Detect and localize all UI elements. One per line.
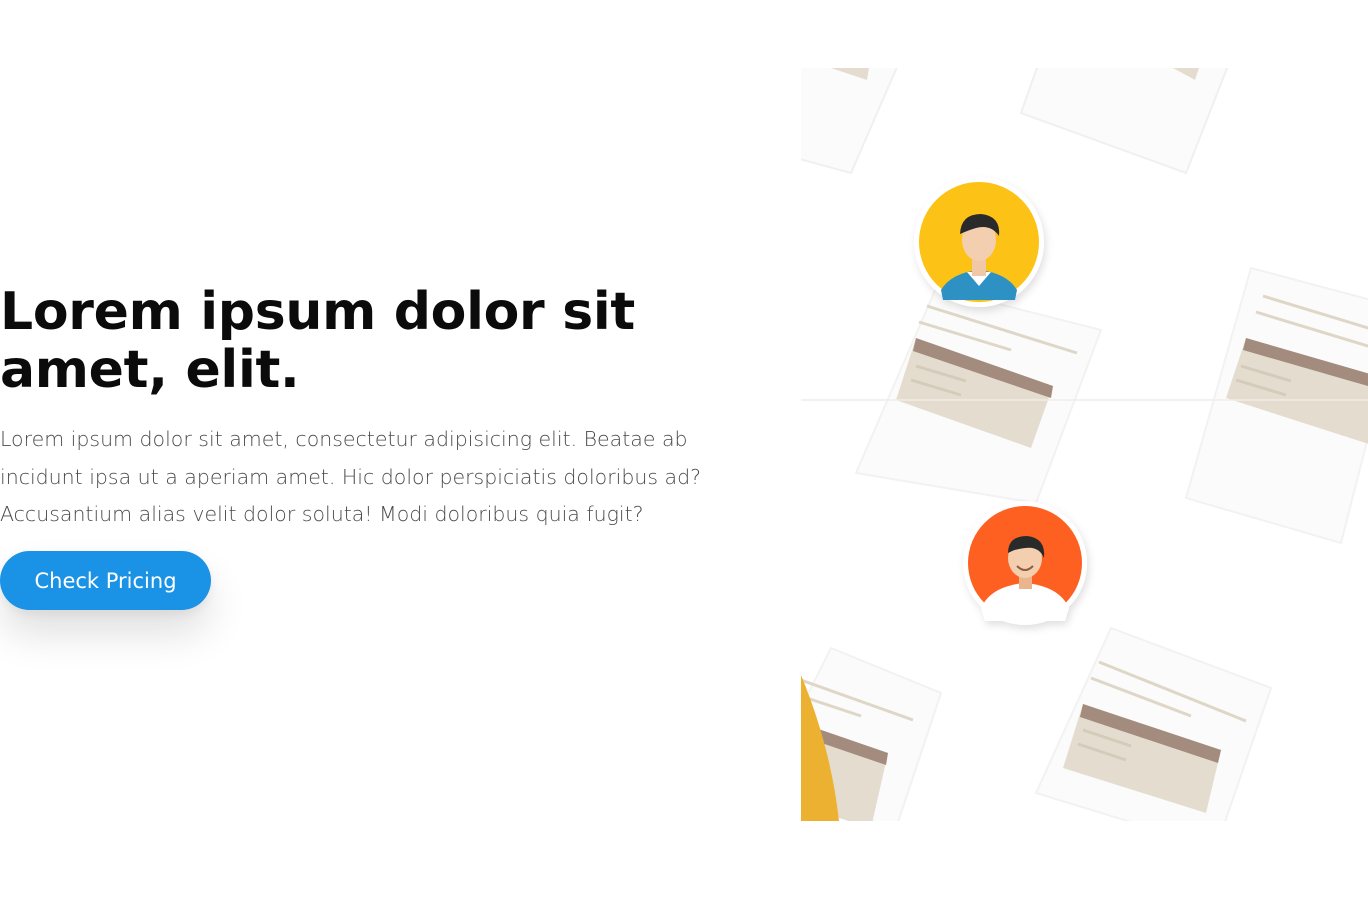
hero-title: Lorem ipsum dolor sit amet, elit. <box>0 282 635 400</box>
check-pricing-button[interactable]: Check Pricing <box>0 551 211 610</box>
document-card-icon <box>1184 266 1368 545</box>
male-avatar-icon <box>914 177 1044 307</box>
female-avatar-icon <box>963 501 1087 625</box>
document-card-icon <box>1034 626 1273 821</box>
document-card-icon <box>801 68 898 175</box>
document-card-icon <box>1019 68 1229 175</box>
hero-description: Lorem ipsum dolor sit amet, consectetur … <box>0 427 701 526</box>
document-card-icon <box>854 286 1103 505</box>
cards-illustration <box>801 68 1368 821</box>
hero-text-block: Lorem ipsum dolor sit amet, elit. Lorem … <box>0 283 740 534</box>
hero-illustration <box>801 68 1368 821</box>
